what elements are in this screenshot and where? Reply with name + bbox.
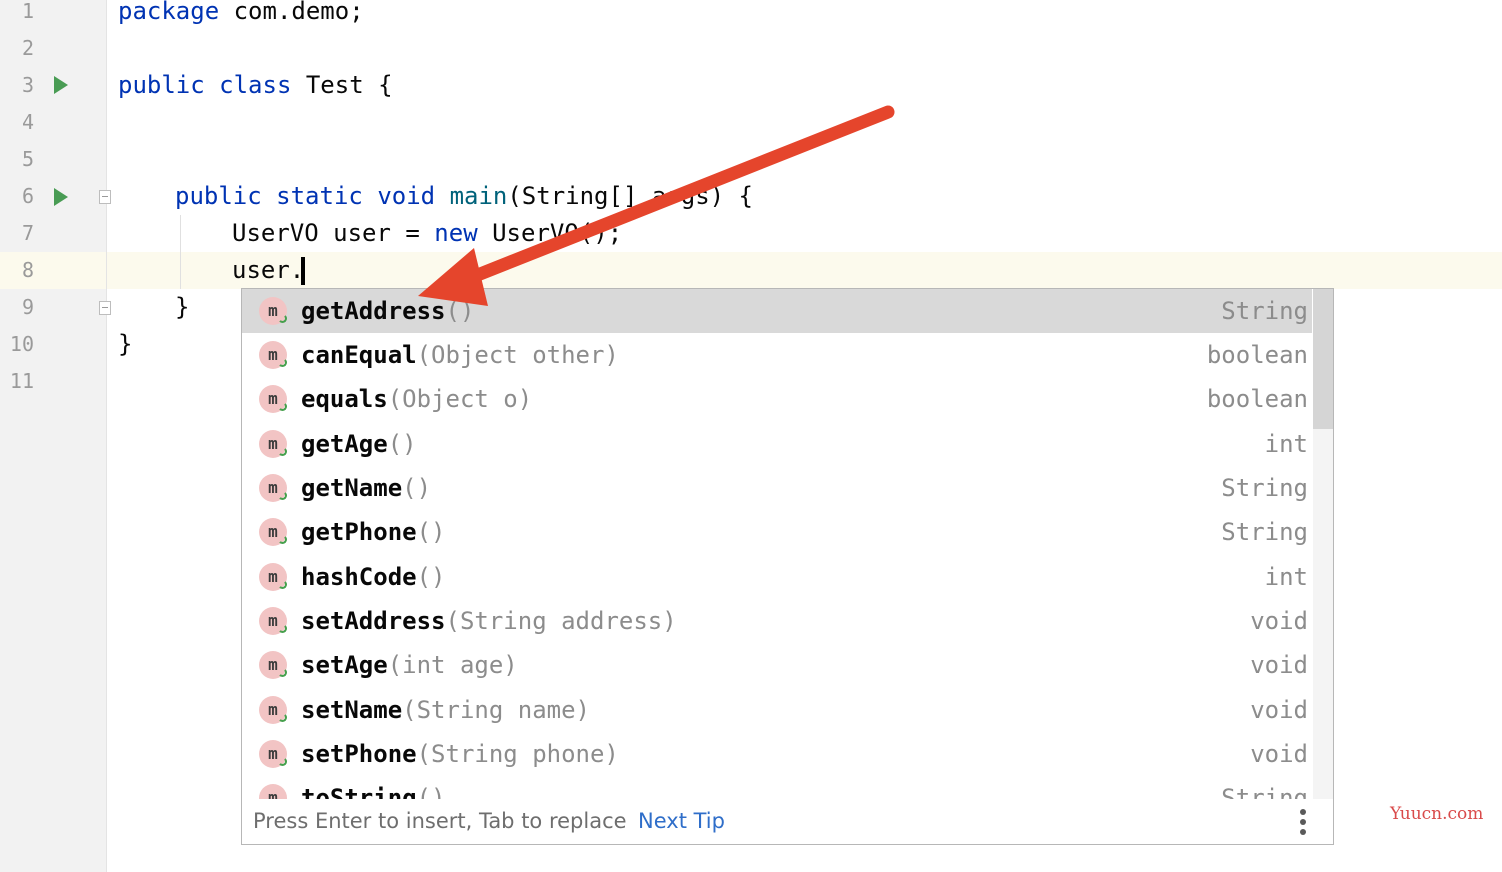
completion-item-name: equals bbox=[301, 385, 388, 413]
line-number: 7 bbox=[21, 221, 34, 245]
method-icon: m bbox=[259, 518, 287, 546]
method-icon: m bbox=[259, 385, 287, 413]
code-line-10: } bbox=[118, 330, 133, 358]
completion-item[interactable]: m setName(String name) void bbox=[242, 688, 1312, 732]
method-icon: m bbox=[259, 651, 287, 679]
code-line-6: public static void main(String[] args) { bbox=[175, 182, 753, 210]
completion-item-type: boolean bbox=[1206, 341, 1308, 369]
completion-item-type: void bbox=[1250, 696, 1308, 724]
completion-item-name: canEqual bbox=[301, 341, 417, 369]
completion-item[interactable]: m equals(Object o) boolean bbox=[242, 377, 1312, 421]
line-number: 6 bbox=[21, 184, 34, 208]
completion-item-params: () bbox=[416, 784, 446, 799]
completion-item-params: (String address) bbox=[445, 607, 677, 635]
current-line-highlight bbox=[107, 252, 1502, 289]
completion-item-params: (String phone) bbox=[416, 740, 619, 768]
completion-item-type: void bbox=[1250, 651, 1308, 679]
completion-item[interactable]: m canEqual(Object other) boolean bbox=[242, 333, 1312, 377]
text-caret bbox=[301, 257, 305, 285]
completion-item-params: (String name) bbox=[402, 696, 590, 724]
completion-item[interactable]: m setAddress(String address) void bbox=[242, 599, 1312, 643]
completion-footer-hint: Press Enter to insert, Tab to replace bbox=[253, 809, 627, 833]
completion-item[interactable]: m setAge(int age) void bbox=[242, 643, 1312, 687]
completion-footer: Press Enter to insert, Tab to replace Ne… bbox=[242, 799, 1333, 844]
completion-item-name: toString bbox=[301, 784, 417, 799]
line-number: 5 bbox=[21, 147, 34, 171]
completion-item-params: () bbox=[445, 297, 475, 325]
completion-item-params: (Object o) bbox=[387, 385, 533, 413]
line-number: 8 bbox=[21, 258, 34, 282]
completion-item-type: String bbox=[1221, 474, 1308, 502]
completion-item-type: int bbox=[1264, 563, 1308, 591]
completion-item-name: setAge bbox=[301, 651, 388, 679]
code-completion-popup: m getAddress() String m canEqual(Object … bbox=[241, 288, 1334, 845]
completion-item-name: getName bbox=[301, 474, 403, 502]
method-icon: m bbox=[259, 430, 287, 458]
completion-item[interactable]: m toString() String bbox=[242, 776, 1312, 799]
watermark: Yuucn.com bbox=[1390, 804, 1484, 824]
line-number: 2 bbox=[21, 36, 34, 60]
completion-item-type: void bbox=[1250, 607, 1308, 635]
method-icon: m bbox=[259, 607, 287, 635]
completion-item-params: (int age) bbox=[387, 651, 518, 679]
fold-collapse-icon[interactable] bbox=[99, 190, 111, 204]
completion-item-name: setPhone bbox=[301, 740, 417, 768]
method-icon: m bbox=[259, 784, 287, 799]
fold-end-icon[interactable] bbox=[99, 301, 111, 315]
completion-item-name: getAddress bbox=[301, 297, 446, 325]
completion-item-name: setName bbox=[301, 696, 403, 724]
code-line-7: UserVO user = new UserVO(); bbox=[232, 219, 623, 247]
completion-item[interactable]: m setPhone(String phone) void bbox=[242, 732, 1312, 776]
method-icon: m bbox=[259, 563, 287, 591]
completion-item[interactable]: m getName() String bbox=[242, 466, 1312, 510]
code-line-8[interactable]: user. bbox=[232, 252, 304, 289]
more-options-icon[interactable] bbox=[1300, 809, 1306, 835]
line-number: 9 bbox=[21, 295, 34, 319]
completion-item-params: () bbox=[387, 430, 417, 458]
completion-item-type: void bbox=[1250, 740, 1308, 768]
completion-item-params: () bbox=[416, 563, 446, 591]
completion-item-name: getPhone bbox=[301, 518, 417, 546]
completion-item-type: String bbox=[1221, 518, 1308, 546]
run-main-icon[interactable] bbox=[54, 188, 68, 206]
completion-item-params: () bbox=[402, 474, 432, 502]
completion-scrollbar-thumb[interactable] bbox=[1313, 289, 1333, 429]
indent-guide bbox=[180, 215, 181, 289]
code-line-9: } bbox=[175, 293, 190, 321]
line-number: 10 bbox=[9, 332, 34, 356]
completion-item-name: setAddress bbox=[301, 607, 446, 635]
completion-item-type: String bbox=[1221, 784, 1308, 799]
method-icon: m bbox=[259, 740, 287, 768]
completion-item-name: getAge bbox=[301, 430, 388, 458]
method-icon: m bbox=[259, 474, 287, 502]
completion-list: m getAddress() String m canEqual(Object … bbox=[242, 289, 1312, 799]
line-number: 3 bbox=[21, 73, 34, 97]
completion-scrollbar[interactable] bbox=[1313, 289, 1333, 799]
line-number: 11 bbox=[9, 369, 34, 393]
completion-item[interactable]: m getAge() int bbox=[242, 422, 1312, 466]
completion-item-params: (Object other) bbox=[416, 341, 619, 369]
method-icon: m bbox=[259, 297, 287, 325]
next-tip-link[interactable]: Next Tip bbox=[638, 799, 725, 844]
completion-item[interactable]: m getPhone() String bbox=[242, 510, 1312, 554]
completion-item[interactable]: m hashCode() int bbox=[242, 555, 1312, 599]
line-number: 1 bbox=[21, 0, 34, 23]
line-number: 4 bbox=[21, 110, 34, 134]
completion-item-type: int bbox=[1264, 430, 1308, 458]
code-line-3: public class Test { bbox=[118, 71, 393, 99]
run-class-icon[interactable] bbox=[54, 76, 68, 94]
completion-item-name: hashCode bbox=[301, 563, 417, 591]
completion-item-type: boolean bbox=[1206, 385, 1308, 413]
method-icon: m bbox=[259, 696, 287, 724]
completion-item-params: () bbox=[416, 518, 446, 546]
completion-item[interactable]: m getAddress() String bbox=[242, 289, 1312, 333]
code-line-1: package com.demo; bbox=[118, 0, 364, 25]
method-icon: m bbox=[259, 341, 287, 369]
completion-item-type: String bbox=[1221, 297, 1308, 325]
